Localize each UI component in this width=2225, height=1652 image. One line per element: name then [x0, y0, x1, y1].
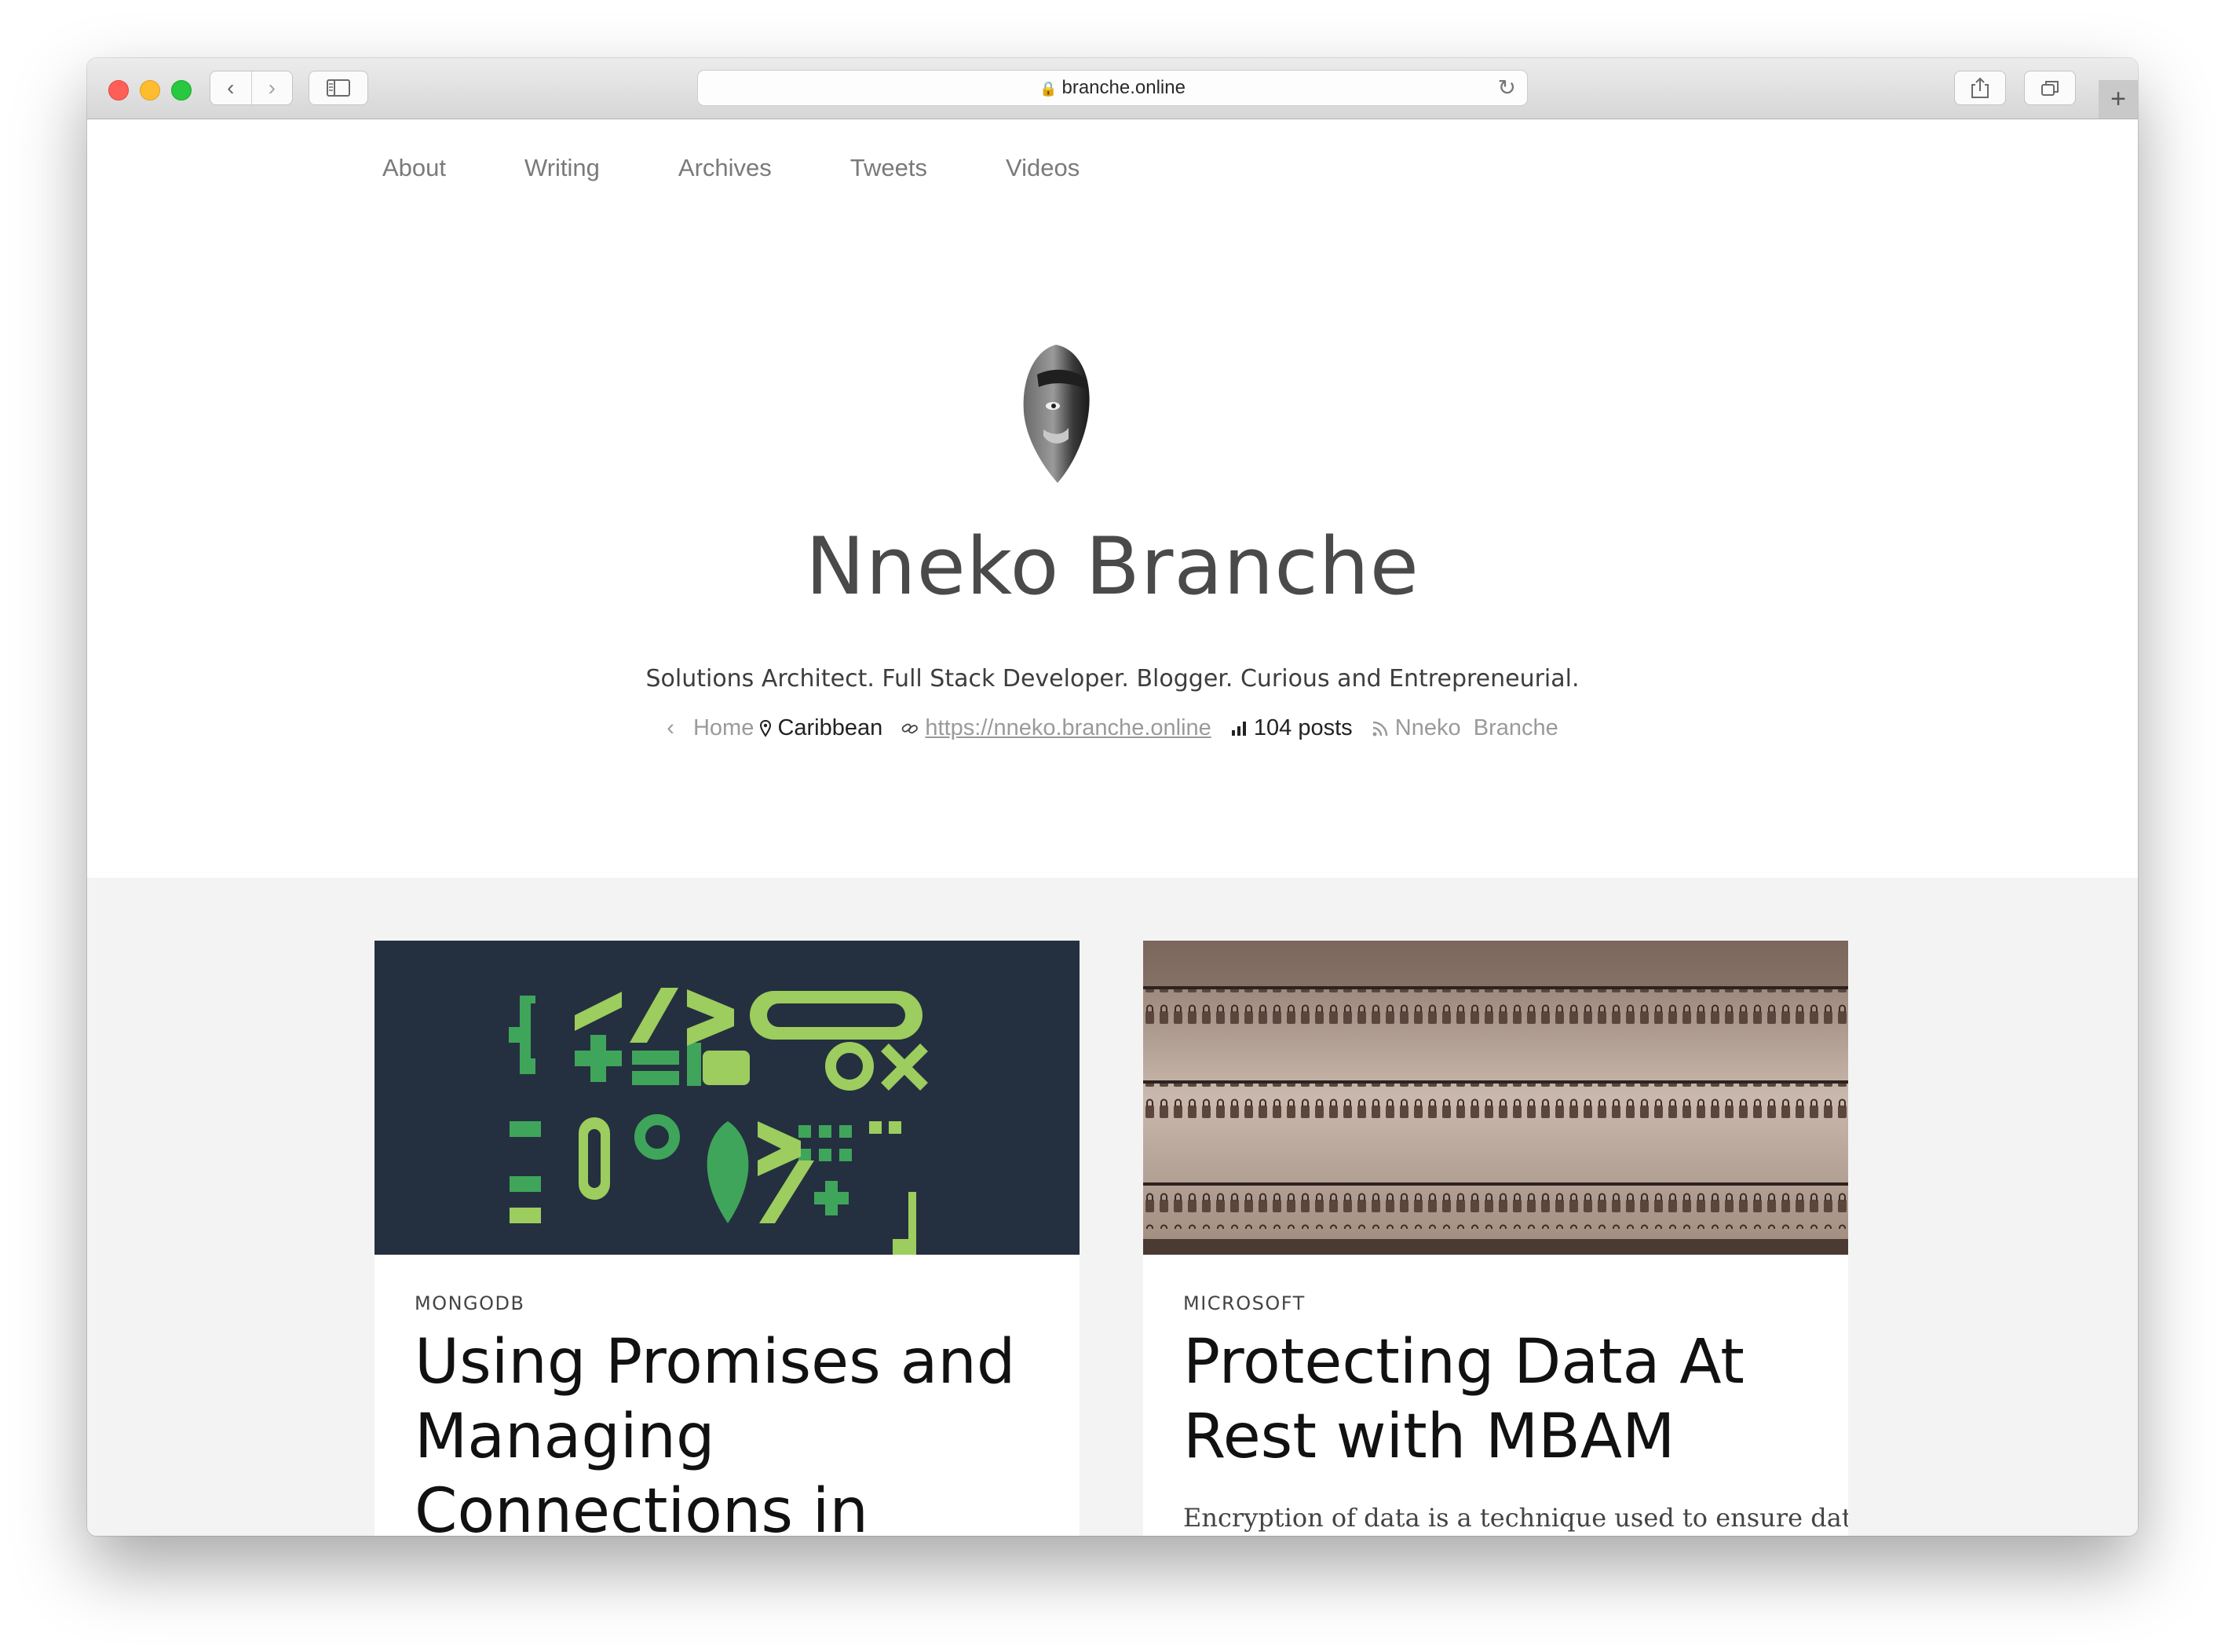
- profile-tagline: Solutions Architect. Full Stack Develope…: [645, 665, 1580, 693]
- rss-icon[interactable]: [1372, 715, 1395, 740]
- nav-tweets[interactable]: Tweets: [850, 154, 927, 182]
- profile-meta: ‹ Home Caribbean https://nneko.branche.o…: [87, 715, 2138, 741]
- tabs-overview-button[interactable]: [2024, 71, 2076, 105]
- nav-videos[interactable]: Videos: [1006, 154, 1080, 182]
- tabs-icon: [2041, 81, 2059, 96]
- maximize-window-button[interactable]: [171, 80, 192, 101]
- post-excerpt: Encryption of data is a technique used t…: [1183, 1503, 1848, 1533]
- plus-icon: +: [2110, 84, 2126, 114]
- address-bar[interactable]: 🔒 branche.online ↻: [697, 70, 1528, 106]
- post-category: MONGODB: [415, 1292, 525, 1314]
- page-content: About Writing Archives Tweets Videos Nne…: [87, 119, 2138, 1536]
- browser-toolbar: ‹ › 🔒 branche.online ↻ +: [87, 58, 2138, 119]
- post-cover-image: [374, 941, 1080, 1255]
- site-nav: About Writing Archives Tweets Videos: [382, 154, 1158, 182]
- nav-about[interactable]: About: [382, 154, 446, 182]
- minimize-window-button[interactable]: [140, 80, 160, 101]
- profile-name: Nneko Branche: [806, 520, 1419, 612]
- link-icon: [901, 715, 925, 740]
- website-link[interactable]: https://nneko.branche.online: [925, 715, 1211, 740]
- lock-icon: 🔒: [1039, 81, 1058, 97]
- new-tab-button[interactable]: +: [2099, 80, 2138, 119]
- post-title[interactable]: Protecting Data At Rest with MBAM: [1183, 1325, 1827, 1475]
- browser-window: ‹ › 🔒 branche.online ↻ + About Writing Ar…: [87, 58, 2138, 1536]
- rss-feed-link[interactable]: Nneko Branche: [1395, 715, 1558, 740]
- forward-icon[interactable]: ›: [252, 71, 293, 104]
- share-button[interactable]: [1954, 71, 2006, 105]
- close-window-button[interactable]: [108, 80, 129, 101]
- share-icon: [1971, 77, 1989, 98]
- sidebar-icon: [327, 79, 350, 97]
- post-title[interactable]: Using Promises and Managing Connections …: [415, 1325, 1058, 1536]
- post-category: MICROSOFT: [1183, 1292, 1306, 1314]
- post-card[interactable]: MONGODB Using Promises and Managing Conn…: [374, 941, 1080, 1536]
- post-cover-image: [1143, 941, 1848, 1255]
- nav-writing[interactable]: Writing: [524, 154, 600, 182]
- bar-chart-icon: [1230, 715, 1254, 740]
- back-icon[interactable]: ‹: [210, 71, 252, 104]
- chevron-left-icon: ‹: [667, 715, 674, 740]
- post-count: 104 posts: [1253, 715, 1353, 740]
- nav-archives[interactable]: Archives: [678, 154, 772, 182]
- sidebar-toggle-button[interactable]: [309, 71, 368, 105]
- address-url: branche.online: [1061, 77, 1186, 98]
- reload-icon[interactable]: ↻: [1498, 71, 1516, 105]
- history-buttons: ‹ ›: [210, 71, 293, 105]
- location-pin-icon: [760, 715, 777, 740]
- location-text: Caribbean: [777, 715, 883, 740]
- post-card[interactable]: MICROSOFT Protecting Data At Rest with M…: [1143, 941, 1848, 1536]
- avatar: [1023, 345, 1090, 483]
- home-link[interactable]: Home: [693, 715, 754, 740]
